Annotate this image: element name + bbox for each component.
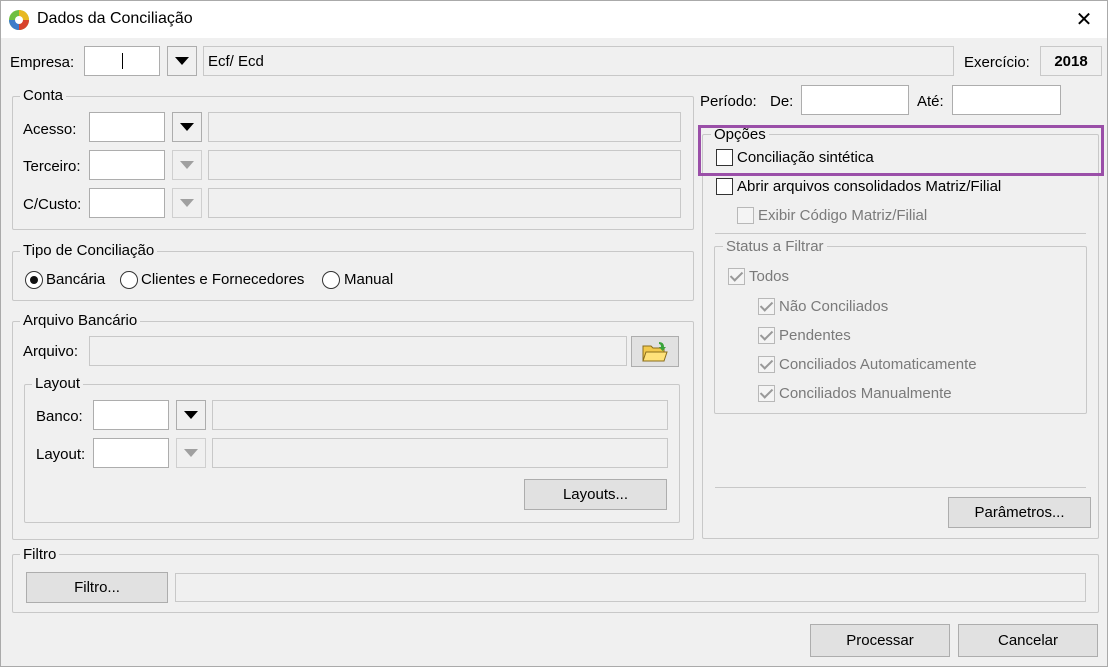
- app-logo-icon: [9, 10, 29, 30]
- acesso-description-field: [208, 112, 681, 142]
- radio-bancaria[interactable]: [25, 271, 43, 289]
- layout-dropdown-button[interactable]: [176, 438, 206, 468]
- status-conciliados-manual-checkbox[interactable]: [758, 385, 775, 402]
- ccusto-input[interactable]: [89, 188, 165, 218]
- ccusto-dropdown-button[interactable]: [172, 188, 202, 218]
- open-folder-icon: [642, 341, 668, 361]
- periodo-de-input[interactable]: [801, 85, 909, 115]
- banco-label: Banco:: [36, 408, 83, 425]
- chevron-down-icon: [180, 161, 194, 169]
- empresa-label: Empresa:: [10, 54, 75, 71]
- empresa-dropdown-button[interactable]: [167, 46, 197, 76]
- terceiro-dropdown-button[interactable]: [172, 150, 202, 180]
- radio-manual[interactable]: [322, 271, 340, 289]
- arquivo-path-field: [89, 336, 627, 366]
- status-conciliados-auto-checkbox[interactable]: [758, 356, 775, 373]
- layout-field-label: Layout:: [36, 446, 86, 463]
- terceiro-input[interactable]: [89, 150, 165, 180]
- radio-bancaria-label: Bancária: [46, 271, 106, 288]
- status-nao-conciliados-checkbox[interactable]: [758, 298, 775, 315]
- acesso-label: Acesso:: [23, 121, 77, 138]
- dialog-window: Dados da Conciliação ✕ Empresa: Ecf/ Ecd…: [0, 0, 1108, 667]
- banco-description-field: [212, 400, 668, 430]
- close-icon: ✕: [1075, 8, 1093, 31]
- chevron-down-icon: [180, 199, 194, 207]
- acesso-dropdown-button[interactable]: [172, 112, 202, 142]
- status-filtrar-legend: Status a Filtrar: [723, 238, 827, 255]
- layouts-button[interactable]: Layouts...: [524, 479, 667, 510]
- chevron-down-icon: [175, 57, 189, 65]
- cancelar-button[interactable]: Cancelar: [958, 624, 1098, 657]
- arquivo-label: Arquivo:: [23, 343, 79, 360]
- tipo-conciliacao-legend: Tipo de Conciliação: [20, 242, 158, 259]
- close-button[interactable]: ✕: [1061, 1, 1107, 37]
- layout-legend: Layout: [32, 375, 84, 392]
- status-conciliados-auto-label: Conciliados Automaticamente: [779, 356, 977, 373]
- chevron-down-icon: [184, 449, 198, 457]
- filtro-expression-field: [175, 573, 1086, 602]
- window-title: Dados da Conciliação: [37, 10, 193, 27]
- chevron-down-icon: [184, 411, 198, 419]
- abrir-consolidados-label: Abrir arquivos consolidados Matriz/Filia…: [737, 178, 1002, 195]
- filtro-button[interactable]: Filtro...: [26, 572, 168, 603]
- terceiro-label: Terceiro:: [23, 158, 81, 175]
- ccusto-label: C/Custo:: [23, 196, 82, 213]
- status-nao-conciliados-label: Não Conciliados: [779, 298, 889, 315]
- periodo-ate-input[interactable]: [952, 85, 1061, 115]
- radio-manual-label: Manual: [344, 271, 394, 288]
- ccusto-description-field: [208, 188, 681, 218]
- processar-button[interactable]: Processar: [810, 624, 950, 657]
- conta-legend: Conta: [20, 87, 67, 104]
- exibir-codigo-checkbox[interactable]: [737, 207, 754, 224]
- opcoes-separator: [715, 233, 1086, 234]
- banco-input[interactable]: [93, 400, 169, 430]
- empresa-description-field: Ecf/ Ecd: [203, 46, 954, 76]
- periodo-ate-label: Até:: [917, 93, 944, 110]
- layout-description-field: [212, 438, 668, 468]
- layout-input[interactable]: [93, 438, 169, 468]
- terceiro-description-field: [208, 150, 681, 180]
- browse-file-button[interactable]: [631, 336, 679, 367]
- status-pendentes-checkbox[interactable]: [758, 327, 775, 344]
- acesso-input[interactable]: [89, 112, 165, 142]
- status-todos-checkbox[interactable]: [728, 268, 745, 285]
- banco-dropdown-button[interactable]: [176, 400, 206, 430]
- title-bar: Dados da Conciliação ✕: [1, 1, 1107, 38]
- empresa-input[interactable]: [84, 46, 160, 76]
- periodo-label: Período:: [700, 93, 757, 110]
- radio-clientes-fornecedores-label: Clientes e Fornecedores: [141, 271, 305, 288]
- abrir-consolidados-checkbox[interactable]: [716, 178, 733, 195]
- chevron-down-icon: [180, 123, 194, 131]
- exibir-codigo-label: Exibir Código Matriz/Filial: [758, 207, 928, 224]
- periodo-de-label: De:: [770, 93, 794, 110]
- opcoes-bottom-separator: [715, 487, 1086, 488]
- exercicio-field: 2018: [1040, 46, 1102, 76]
- filtro-legend: Filtro: [20, 546, 60, 563]
- status-pendentes-label: Pendentes: [779, 327, 851, 344]
- parametros-button[interactable]: Parâmetros...: [948, 497, 1091, 528]
- status-todos-label: Todos: [749, 268, 790, 285]
- highlight-box: [698, 125, 1104, 176]
- radio-clientes-fornecedores[interactable]: [120, 271, 138, 289]
- exercicio-label: Exercício:: [964, 54, 1030, 71]
- text-cursor: [122, 53, 123, 69]
- arquivo-bancario-legend: Arquivo Bancário: [20, 312, 141, 329]
- status-conciliados-manual-label: Conciliados Manualmente: [779, 385, 952, 402]
